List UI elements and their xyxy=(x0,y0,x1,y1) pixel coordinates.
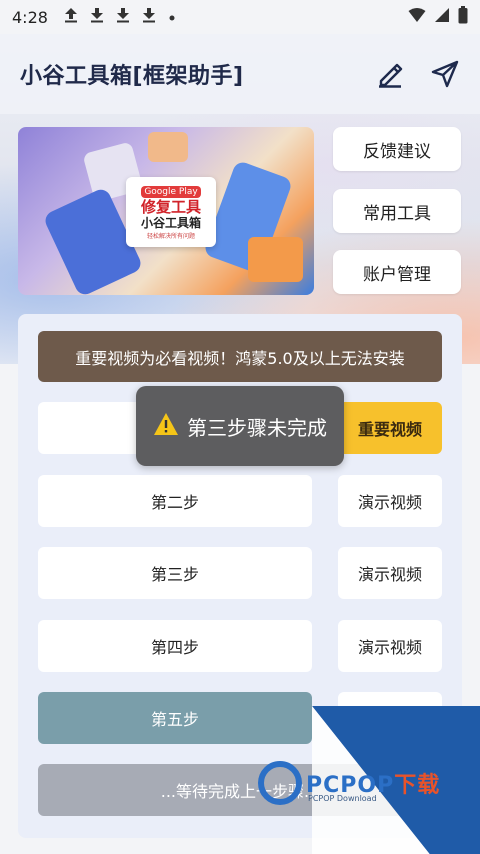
dot-icon xyxy=(168,8,176,26)
important-video-button[interactable]: 重要视频 xyxy=(338,402,442,454)
demo-video-button-4[interactable]: 演示视频 xyxy=(338,620,442,672)
download-icon xyxy=(116,7,130,27)
download-icon xyxy=(142,7,156,27)
banner-art xyxy=(148,132,188,162)
step-2-button[interactable]: 第二步 xyxy=(38,475,312,527)
signal-icon xyxy=(434,7,450,27)
watermark-brand-cn: 下载 xyxy=(394,773,441,798)
watermark: PCPOP下载 PCPOP Download xyxy=(258,758,440,808)
toast-message: 第三步骤未完成 xyxy=(136,386,344,466)
app-bar: 小谷工具箱[框架助手] xyxy=(0,34,480,114)
warning-icon xyxy=(153,412,179,441)
notice-banner: 重要视频为必看视频！鸿蒙5.0及以上无法安装 xyxy=(38,331,442,382)
account-manage-button[interactable]: 账户管理 xyxy=(333,250,461,294)
upload-icon xyxy=(64,7,78,27)
battery-icon xyxy=(458,6,468,28)
watermark-sub: PCPOP Download xyxy=(308,794,377,803)
banner-plate: Google Play 修复工具 小谷工具箱 轻松解决所有问题 xyxy=(126,177,216,247)
promo-banner[interactable]: Google Play 修复工具 小谷工具箱 轻松解决所有问题 xyxy=(18,127,314,295)
status-time: 4:28 xyxy=(12,7,48,27)
edit-icon[interactable] xyxy=(376,60,404,88)
feedback-button[interactable]: 反馈建议 xyxy=(333,127,461,171)
demo-video-button-2[interactable]: 演示视频 xyxy=(338,475,442,527)
wifi-icon xyxy=(408,7,426,27)
banner-caption: 轻松解决所有问题 xyxy=(146,233,195,240)
banner-subtitle: 小谷工具箱 xyxy=(140,216,201,230)
step-5-button[interactable]: 第五步 xyxy=(38,692,312,744)
status-bar: 4:28 xyxy=(0,0,480,34)
banner-badge: Google Play xyxy=(141,186,201,198)
download-icon xyxy=(90,7,104,27)
demo-video-button-3[interactable]: 演示视频 xyxy=(338,547,442,599)
page-title: 小谷工具箱[框架助手] xyxy=(20,64,244,89)
watermark-logo xyxy=(258,761,302,805)
step-4-button[interactable]: 第四步 xyxy=(38,620,312,672)
step-3-button[interactable]: 第三步 xyxy=(38,547,312,599)
toast-text: 第三步骤未完成 xyxy=(187,415,327,440)
send-icon[interactable] xyxy=(430,59,460,89)
banner-art xyxy=(248,237,303,282)
banner-title: 修复工具 xyxy=(140,198,201,216)
common-tools-button[interactable]: 常用工具 xyxy=(333,189,461,233)
